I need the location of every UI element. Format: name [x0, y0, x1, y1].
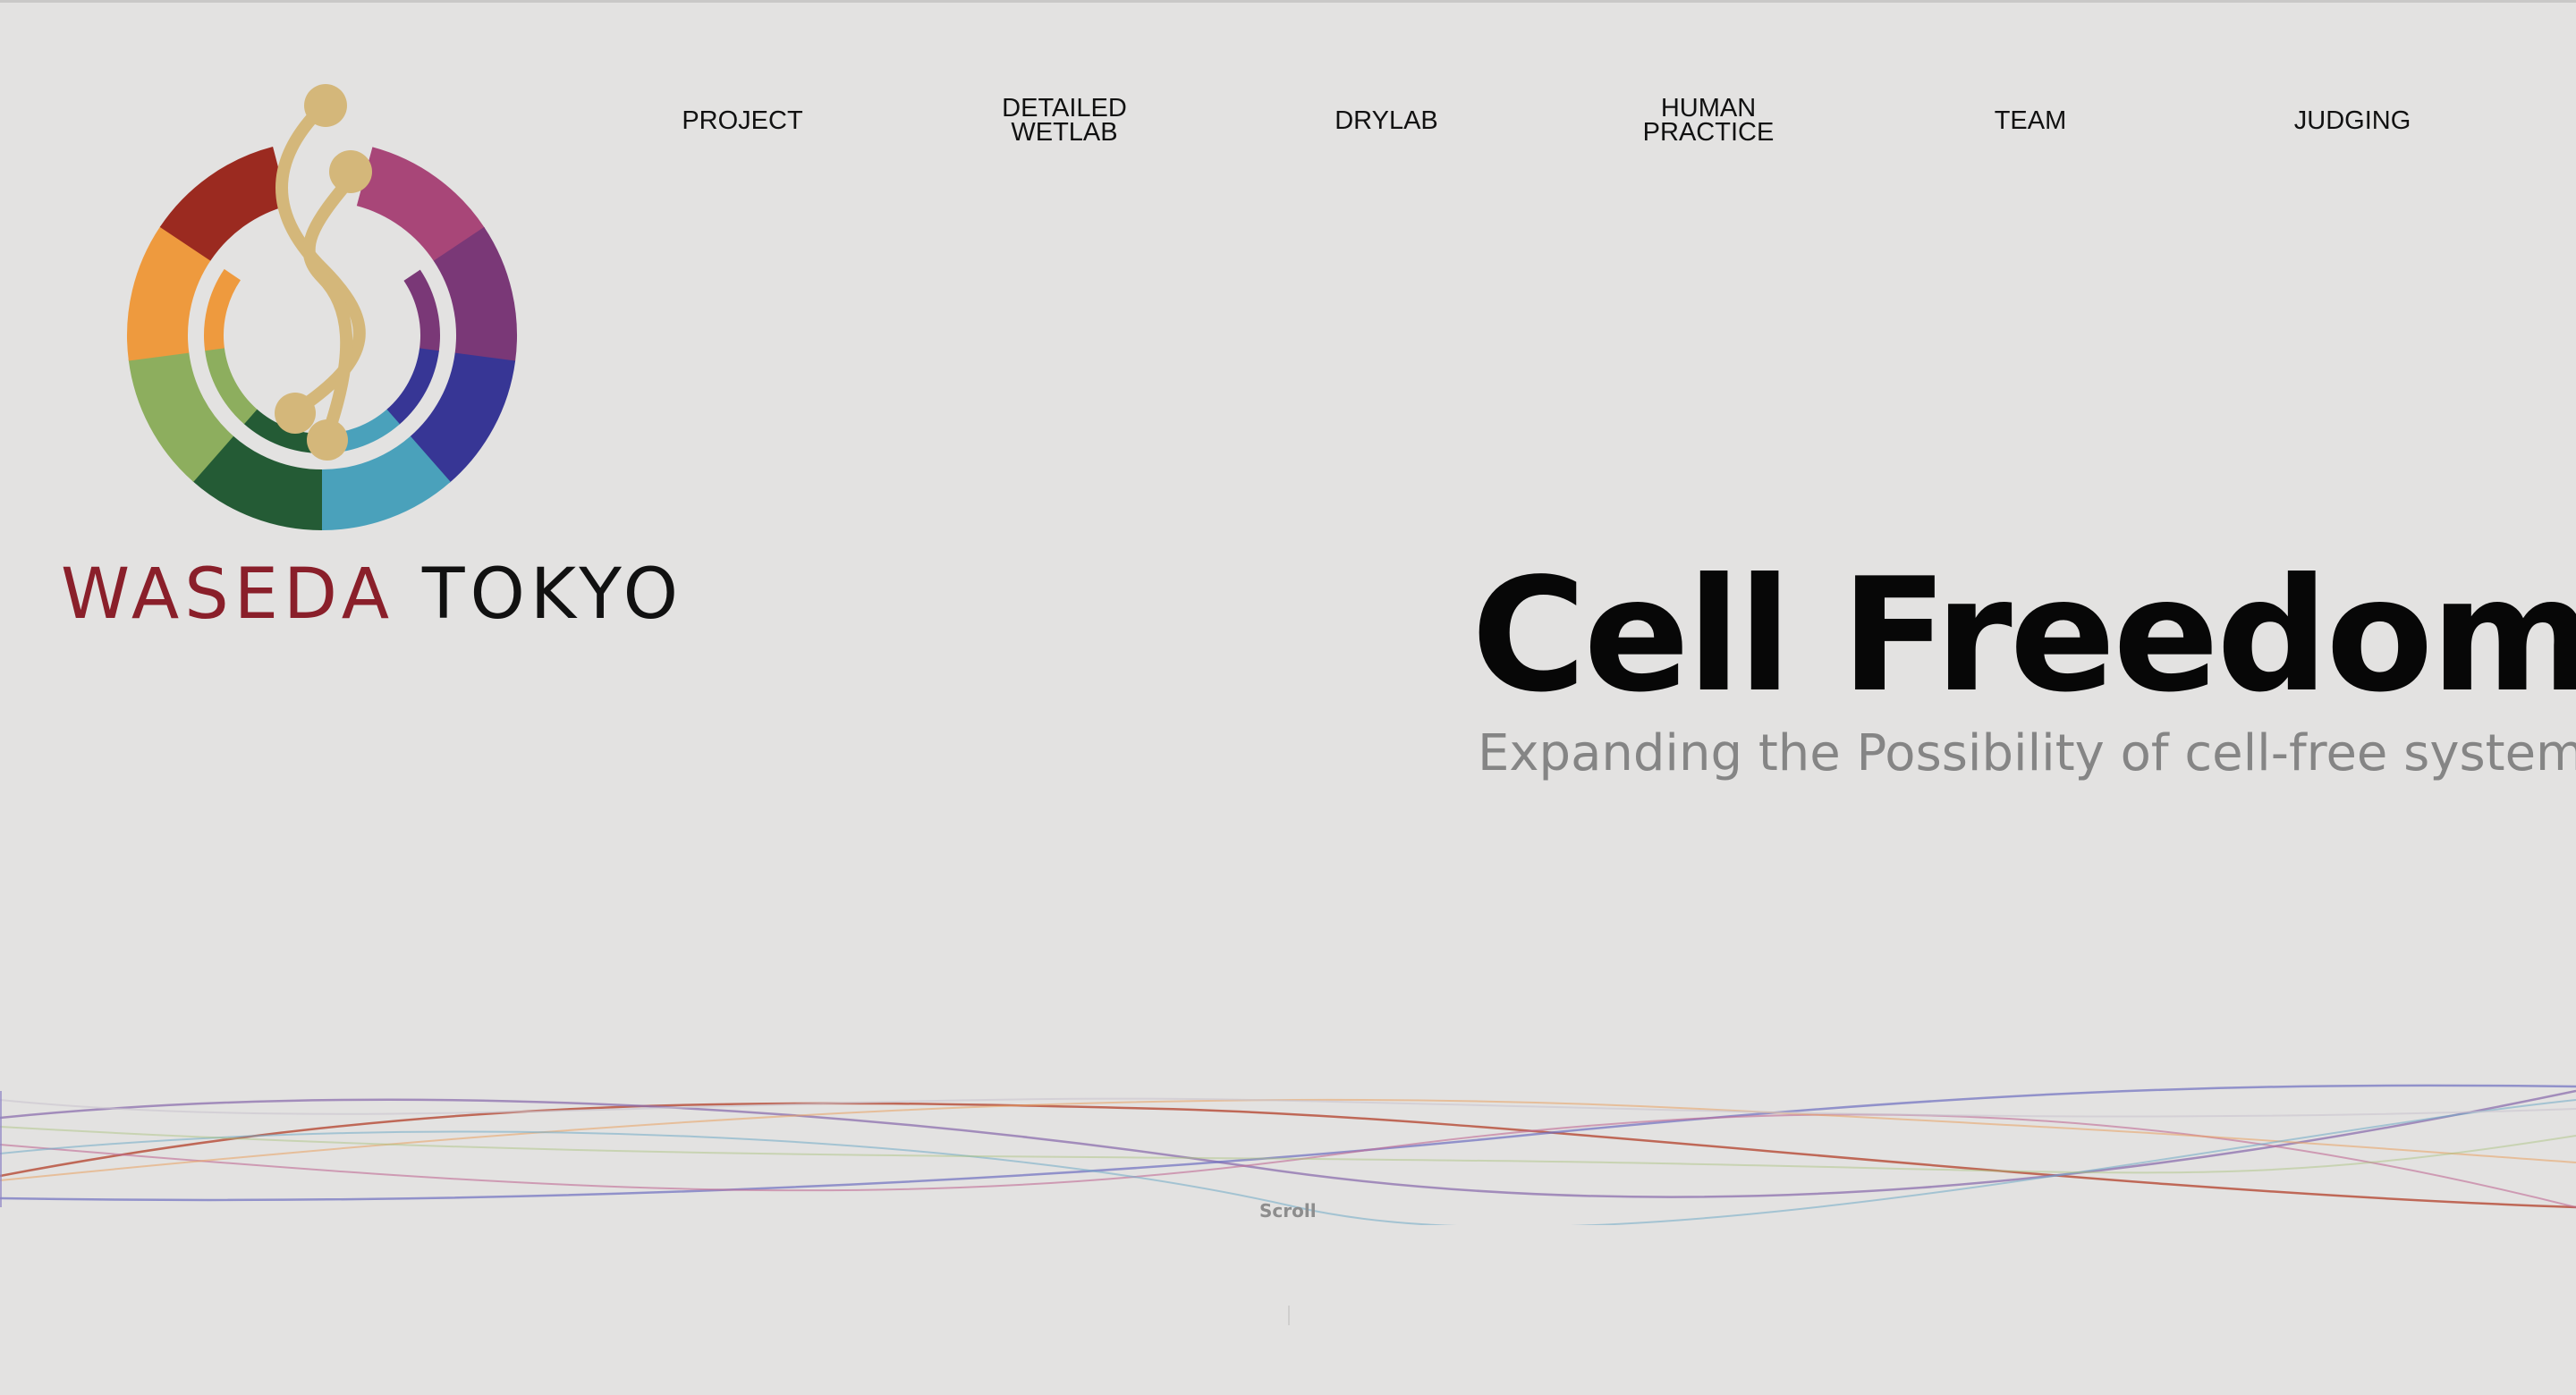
site-logo[interactable]: WASEDA TOKYO	[54, 45, 678, 653]
brand-name-tokyo: TOKYO	[421, 554, 684, 635]
main-nav: PROJECT DETAILED WETLAB DRYLAB HUMAN PRACT…	[608, 89, 2540, 152]
top-border	[0, 0, 2576, 3]
brand-wordmark: WASEDA TOKYO	[61, 554, 683, 635]
wave-line	[0, 1084, 2576, 1202]
nav-item-human-practice[interactable]: HUMAN PRACTICE	[1574, 89, 1843, 152]
logo-helix-node	[275, 393, 316, 434]
logo-helix-node	[307, 419, 348, 461]
helix-ring-logo-icon	[127, 84, 517, 530]
wave-line	[0, 1113, 2576, 1208]
nav-item-drylab[interactable]: DRYLAB	[1252, 89, 1521, 152]
scroll-indicator-label[interactable]: Scroll	[1259, 1200, 1317, 1222]
logo-helix-node	[329, 150, 372, 193]
scroll-indicator-line	[1288, 1306, 1290, 1325]
nav-item-project[interactable]: PROJECT	[608, 89, 877, 152]
page: WASEDA TOKYO PROJECT DETAILED WETLAB DRYL…	[0, 0, 2576, 1395]
logo-inner-ring-segment	[403, 269, 440, 352]
logo-inner-ring-segment	[204, 268, 241, 351]
hero-title: Cell Freedom	[1471, 545, 2576, 727]
hero-subtitle: Expanding the Possibility of cell-free s…	[1478, 724, 2576, 782]
brand-name-waseda: WASEDA	[61, 554, 395, 635]
logo-inner-ring-segment	[386, 348, 439, 425]
nav-item-judging[interactable]: JUDGING	[2218, 89, 2487, 152]
logo-helix-node	[304, 84, 347, 127]
wave-line	[0, 1126, 2576, 1174]
nav-item-team[interactable]: TEAM	[1896, 89, 2165, 152]
wave-line	[0, 1098, 2576, 1181]
nav-item-detailed-wetlab[interactable]: DETAILED WETLAB	[930, 89, 1199, 152]
logo-inner-ring-segment	[205, 347, 258, 425]
